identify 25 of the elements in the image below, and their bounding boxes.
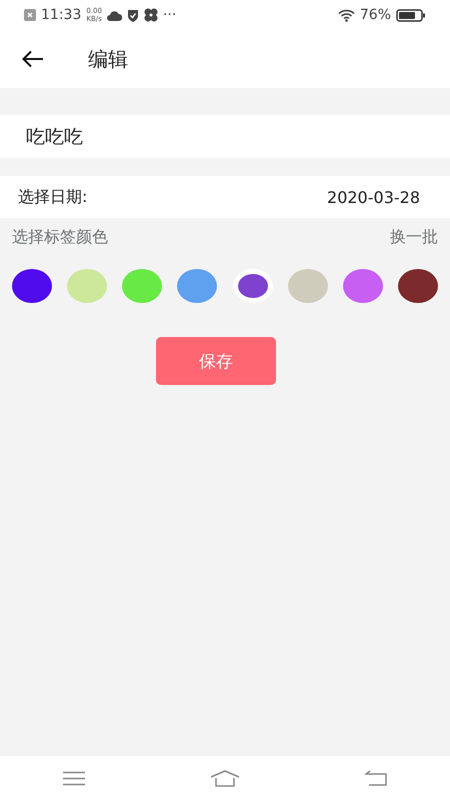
battery-percent: 76% xyxy=(360,7,391,23)
back-icon[interactable] xyxy=(365,770,388,786)
date-picker-row[interactable]: 选择日期: 2020-03-28 xyxy=(0,176,450,218)
home-icon[interactable] xyxy=(210,770,240,786)
page-title: 编辑 xyxy=(88,46,128,72)
refresh-colors-link[interactable]: 换一批 xyxy=(390,226,438,248)
shield-icon xyxy=(126,8,139,22)
cloud-icon xyxy=(106,10,122,20)
color-swatch[interactable] xyxy=(232,269,273,303)
more-indicator: ··· xyxy=(162,7,176,23)
color-swatch[interactable] xyxy=(398,269,438,303)
color-swatch[interactable] xyxy=(342,269,383,303)
notification-icon xyxy=(24,9,36,21)
color-swatch[interactable] xyxy=(122,269,162,303)
color-section-label: 选择标签颜色 xyxy=(12,226,108,248)
fan-icon xyxy=(144,8,158,22)
wifi-icon xyxy=(338,8,355,22)
menu-icon[interactable] xyxy=(62,770,85,786)
color-swatch[interactable] xyxy=(67,269,108,303)
back-arrow-icon[interactable] xyxy=(22,50,44,68)
clock-time: 11:33 xyxy=(41,7,82,23)
color-swatch[interactable] xyxy=(12,269,52,303)
color-swatch[interactable] xyxy=(288,269,328,303)
color-swatch[interactable] xyxy=(177,269,218,303)
battery-icon xyxy=(396,8,426,22)
